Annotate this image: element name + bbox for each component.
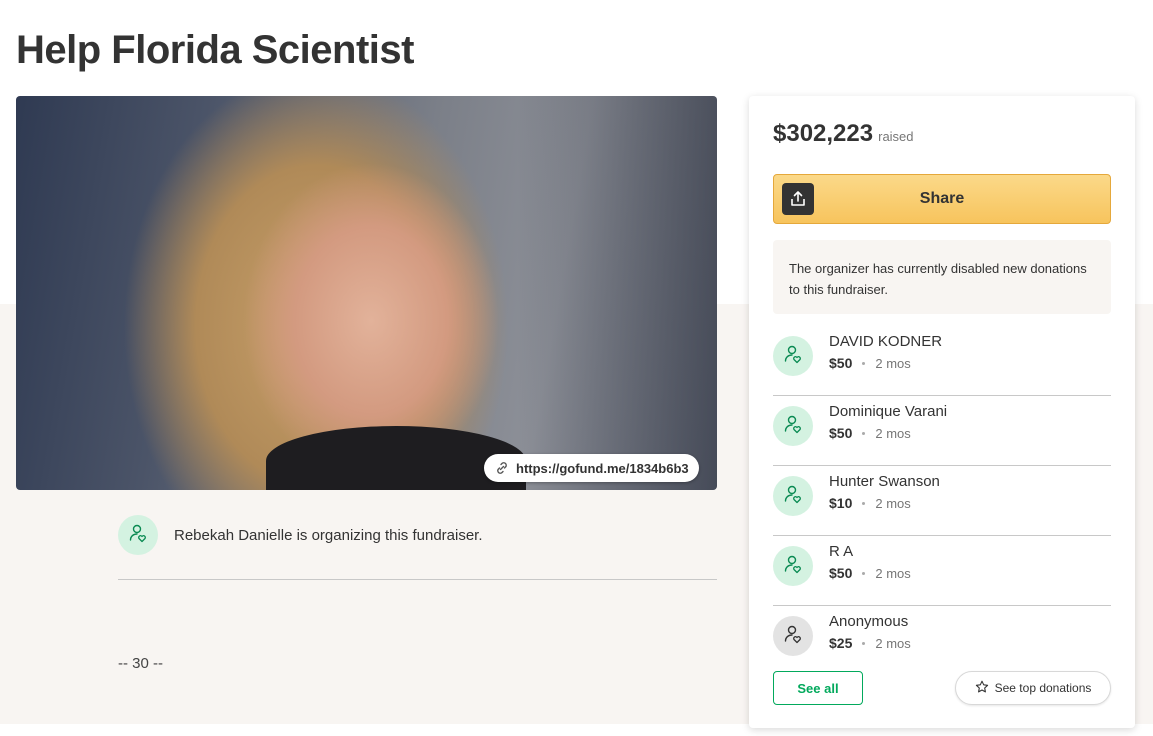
donor-avatar <box>773 336 813 376</box>
separator-dot <box>862 431 866 435</box>
donor-name: DAVID KODNER <box>829 333 943 350</box>
donation-time: 2 mos <box>875 425 911 441</box>
short-link-chip[interactable]: https://gofund.me/1834b6b3 <box>484 454 699 482</box>
donation-meta: $50 2 mos <box>829 565 911 581</box>
upload-share-icon <box>782 183 814 215</box>
donation-meta: $50 2 mos <box>829 425 947 441</box>
organizer-row: Rebekah Danielle is organizing this fund… <box>118 515 483 555</box>
donation-item: R A $50 2 mos <box>773 536 1111 606</box>
donation-sidebar: $302,223 raised Share The organizer has … <box>749 96 1135 728</box>
donor-avatar <box>773 616 813 656</box>
donation-meta: $50 2 mos <box>829 355 942 371</box>
separator-dot <box>862 361 866 365</box>
user-heart-icon <box>127 522 149 549</box>
donation-time: 2 mos <box>875 565 911 581</box>
donation-amount: $25 <box>829 635 853 651</box>
donation-amount: $50 <box>829 565 853 581</box>
hero-image-shade <box>517 96 717 490</box>
organizer-text: Rebekah Danielle is organizing this fund… <box>174 526 483 544</box>
separator-dot <box>862 501 866 505</box>
raised-amount: $302,223 <box>773 120 874 147</box>
donor-avatar <box>773 406 813 446</box>
donation-time: 2 mos <box>875 495 911 511</box>
donor-name: R A <box>829 543 854 560</box>
donation-item: Dominique Varani $50 2 mos <box>773 396 1111 466</box>
separator-dot <box>862 641 866 645</box>
donation-item: DAVID KODNER $50 2 mos <box>773 326 1111 396</box>
see-all-button[interactable]: See all <box>773 671 863 705</box>
short-link-text: https://gofund.me/1834b6b3 <box>516 460 689 476</box>
page-title: Help Florida Scientist <box>16 28 414 72</box>
donor-avatar <box>773 476 813 516</box>
donation-amount: $50 <box>829 425 853 441</box>
donation-time: 2 mos <box>875 355 911 371</box>
user-heart-icon <box>782 623 804 650</box>
user-heart-icon <box>782 553 804 580</box>
see-top-donations-button[interactable]: See top donations <box>955 671 1111 705</box>
user-heart-icon <box>782 483 804 510</box>
hero-image[interactable] <box>16 96 717 490</box>
donor-name: Anonymous <box>829 613 909 630</box>
donations-disabled-notice: The organizer has currently disabled new… <box>773 240 1111 314</box>
donor-name: Hunter Swanson <box>829 473 940 490</box>
raised-label: raised <box>878 129 914 144</box>
link-icon <box>494 460 510 476</box>
share-label: Share <box>919 190 965 207</box>
star-icon <box>975 680 989 697</box>
organizer-avatar <box>118 515 158 555</box>
donation-item: Hunter Swanson $10 2 mos <box>773 466 1111 536</box>
user-heart-icon <box>782 413 804 440</box>
donation-meta: $10 2 mos <box>829 495 940 511</box>
donation-amount: $10 <box>829 495 853 511</box>
user-heart-icon <box>782 343 804 370</box>
divider <box>118 579 717 580</box>
donation-amount: $50 <box>829 355 853 371</box>
share-button[interactable]: Share <box>773 174 1111 224</box>
donation-list: DAVID KODNER $50 2 mos Dominique Varani … <box>773 326 1111 676</box>
story-text: -- 30 -- <box>118 655 163 672</box>
donation-meta: $25 2 mos <box>829 635 911 651</box>
donor-avatar <box>773 546 813 586</box>
donation-time: 2 mos <box>875 635 911 651</box>
raised-summary: $302,223 raised <box>773 120 914 148</box>
donation-item: Anonymous $25 2 mos <box>773 606 1111 676</box>
see-top-donations-label: See top donations <box>994 681 1092 695</box>
separator-dot <box>862 571 866 575</box>
donor-name: Dominique Varani <box>829 403 948 420</box>
